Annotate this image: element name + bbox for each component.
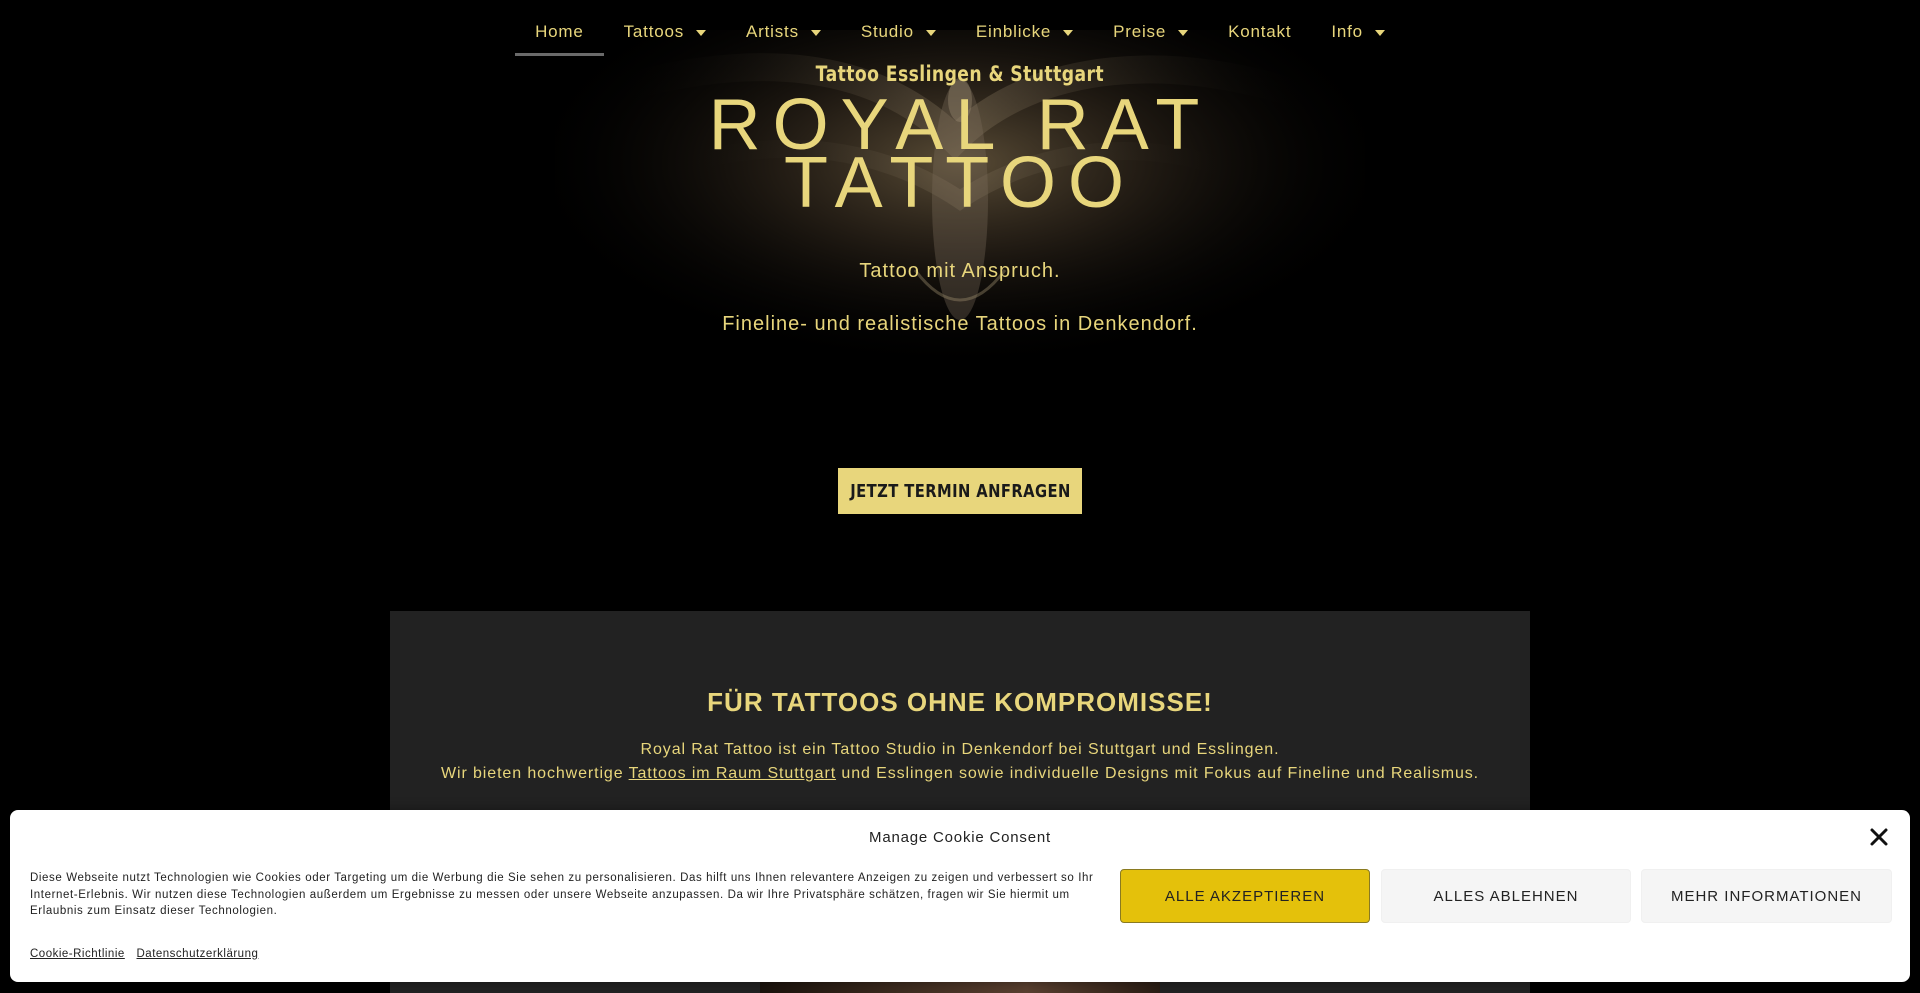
nav-item-label: Preise (1113, 22, 1167, 41)
nav-item-label: Home (535, 22, 584, 41)
hero-description: Fineline- und realistische Tattoos in De… (722, 313, 1198, 335)
hero-tagline: Tattoo mit Anspruch. (859, 260, 1061, 282)
more-info-button[interactable]: MEHR INFORMATIONEN (1641, 869, 1892, 923)
nav-item-home[interactable]: Home (515, 0, 604, 58)
caret-down-icon (1374, 30, 1385, 36)
nav-item-label: Studio (860, 22, 914, 41)
hero-section: Tattoo Esslingen & Stuttgart ROYAL RAT T… (0, 0, 1920, 560)
nav-item-info[interactable]: Info (1311, 0, 1405, 58)
accept-all-button[interactable]: ALLE AKZEPTIEREN (1120, 869, 1370, 923)
caret-down-icon (1063, 30, 1074, 36)
nav-item-label: Kontakt (1228, 22, 1292, 41)
caret-down-icon (1178, 30, 1189, 36)
intro-line-1: Royal Rat Tattoo ist ein Tattoo Studio i… (640, 741, 1280, 758)
intro-heading: FÜR TATTOOS OHNE KOMPROMISSE! (707, 687, 1213, 717)
nav-item-studio[interactable]: Studio (841, 0, 956, 58)
nav-item-preise[interactable]: Preise (1093, 0, 1208, 58)
cookie-title: Manage Cookie Consent (869, 829, 1051, 846)
nav-item-label: Tattoos (623, 22, 685, 41)
nav-item-label: Info (1331, 22, 1363, 41)
request-appointment-button[interactable]: JETZT TERMIN ANFRAGEN (838, 468, 1082, 514)
cta-label: JETZT TERMIN ANFRAGEN (849, 480, 1071, 502)
title-line-2: TATTOO (784, 143, 1136, 223)
hero-subtitle: Tattoo Esslingen & Stuttgart (815, 62, 1105, 86)
cookie-policy-link[interactable]: Cookie-Richtlinie (30, 948, 125, 960)
nav-item-einblicke[interactable]: Einblicke (956, 0, 1093, 58)
cookie-consent-banner: Manage Cookie Consent Diese Webseite nut… (10, 810, 1910, 982)
nav-item-label: Einblicke (975, 22, 1052, 41)
nav-item-artists[interactable]: Artists (726, 0, 841, 58)
caret-down-icon (925, 30, 936, 36)
cookie-description: Diese Webseite nutzt Technologien wie Co… (30, 872, 1094, 917)
page-title: ROYAL RAT TATTOO (0, 89, 1920, 219)
nav-item-label: Artists (746, 22, 799, 41)
tattoos-stuttgart-link[interactable]: Tattoos im Raum Stuttgart (629, 765, 836, 782)
nav-item-kontakt[interactable]: Kontakt (1208, 0, 1311, 58)
intro-text-before: Wir bieten hochwertige (440, 765, 629, 782)
nav-list: Home Tattoos Artists Studio Einblicke Pr… (515, 0, 1405, 58)
deny-all-button[interactable]: ALLES ABLEHNEN (1381, 869, 1631, 923)
close-icon[interactable] (1868, 826, 1890, 848)
main-navigation: Home Tattoos Artists Studio Einblicke Pr… (0, 0, 1920, 58)
intro-line-2: Wir bieten hochwertige Tattoos im Raum S… (390, 762, 1530, 786)
privacy-policy-link[interactable]: Datenschutzerklärung (137, 948, 259, 960)
caret-down-icon (810, 30, 821, 36)
intro-text-after: und Esslingen sowie individuelle Designs… (836, 765, 1480, 782)
nav-item-tattoos[interactable]: Tattoos (604, 0, 726, 58)
hero-text-block: Tattoo Esslingen & Stuttgart ROYAL RAT T… (0, 62, 1920, 336)
caret-down-icon (696, 30, 707, 36)
cookie-links: Cookie-Richtlinie Datenschutzerklärung (30, 948, 266, 960)
